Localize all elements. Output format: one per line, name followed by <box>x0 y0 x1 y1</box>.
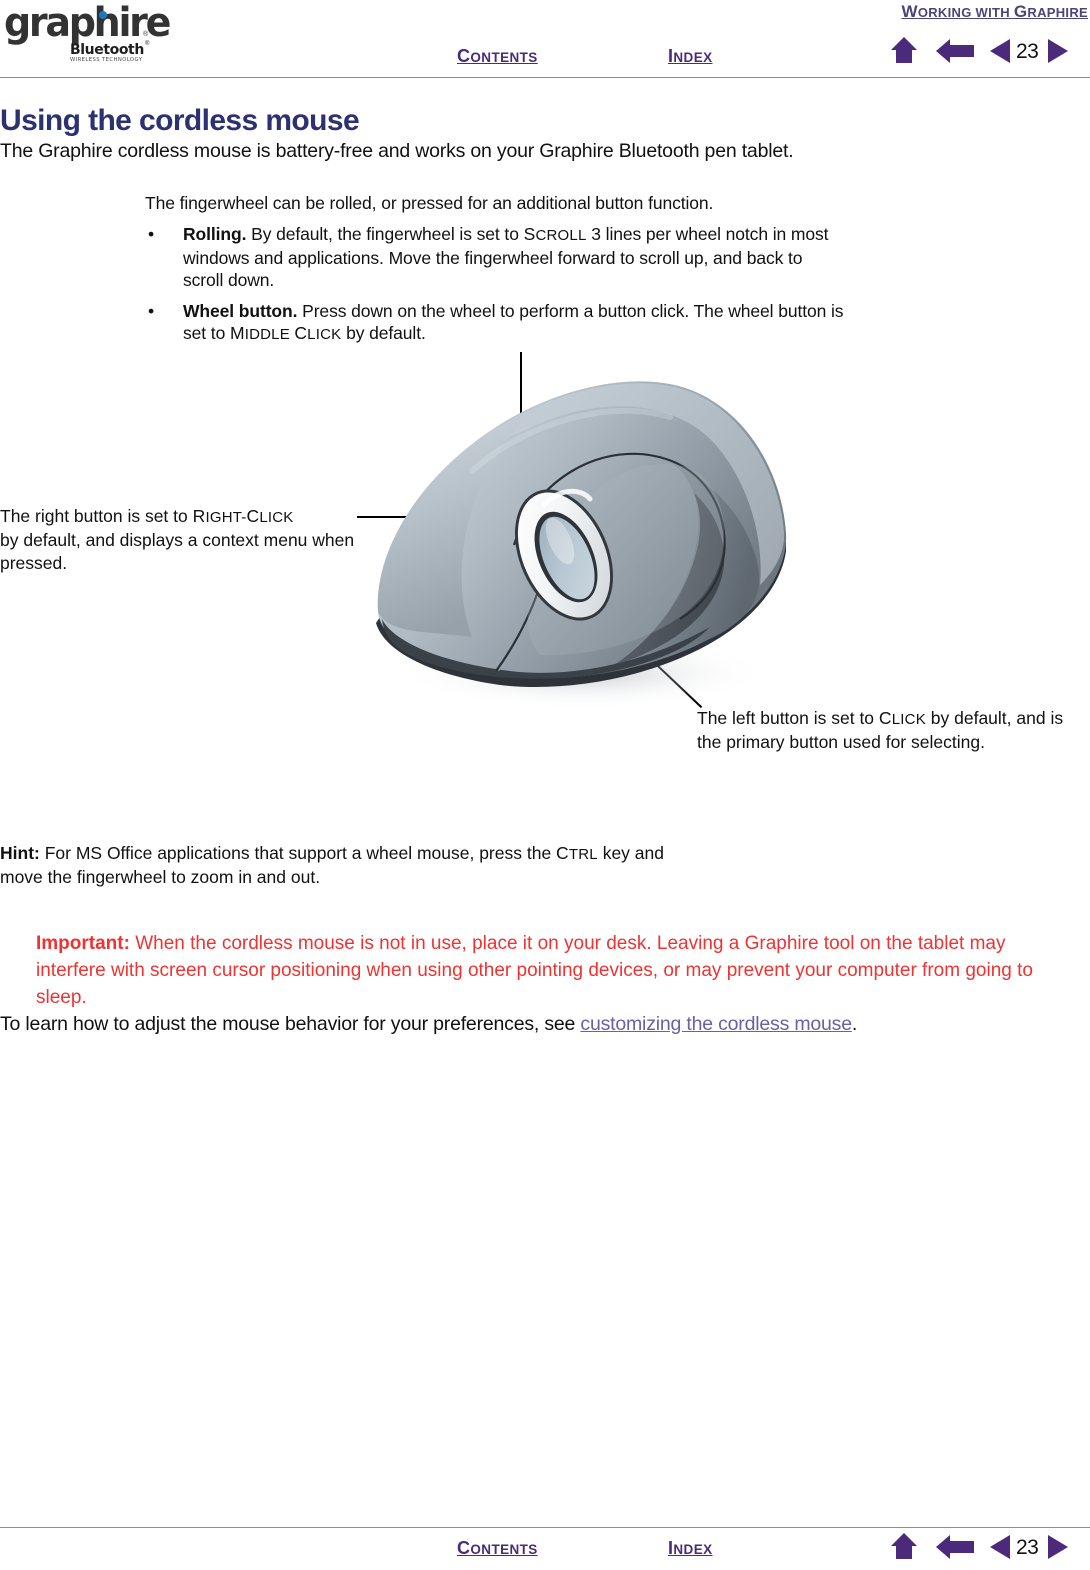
intro-paragraph: The Graphire cordless mouse is battery-f… <box>0 140 794 162</box>
callout-right-button: The right button is set to RIGHT-CLICK b… <box>0 505 360 575</box>
contents-initial: C <box>457 1538 471 1558</box>
click-rest: LICK <box>307 326 342 343</box>
list-item-rolling: • Rolling. By default, the fingerwheel i… <box>145 223 845 291</box>
important-text: When the cordless mouse is not in use, p… <box>36 933 1033 1008</box>
index-rest: NDEX <box>673 50 713 65</box>
next-page-icon[interactable] <box>1048 1534 1068 1560</box>
cordless-mouse-illustration <box>376 381 787 709</box>
logo-bluetooth-registered-mark: ® <box>145 41 150 47</box>
footer-nav-icons: 23 <box>890 1530 1090 1566</box>
header-page-number: 23 <box>1016 40 1039 63</box>
right-rest: IGHT <box>205 509 242 526</box>
ctrl-initial: C <box>556 843 569 863</box>
click-smallcaps: CLICK <box>878 708 926 728</box>
bullet-glyph: • <box>148 224 155 244</box>
bullet-glyph: • <box>148 301 155 321</box>
click-initial: C <box>246 506 260 526</box>
footer-contents-link[interactable]: CONTENTS <box>457 1538 538 1559</box>
back-arrow-icon[interactable] <box>936 1534 974 1560</box>
wheel-button-text-after: by default. <box>341 323 426 343</box>
graphire-bluetooth-logo: graphire ® Bluetooth ® WIRELESS TECHNOLO… <box>4 3 171 66</box>
logo-tagline: WIRELESS TECHNOLOGY <box>70 57 143 63</box>
logo-blue-dot <box>99 11 107 19</box>
previous-page-icon[interactable] <box>990 38 1010 64</box>
logo-registered-mark: ® <box>143 31 149 38</box>
right-click-smallcaps: RIGHT-CLICK <box>192 506 294 526</box>
ctrl-smallcaps: CTRL <box>556 843 598 863</box>
breadcrumb[interactable]: WORKING WITH GRAPHIRE <box>901 2 1088 22</box>
closing-text-before: To learn how to adjust the mouse behavio… <box>0 1013 581 1035</box>
index-rest: NDEX <box>673 1542 713 1557</box>
closing-text-after: . <box>851 1013 858 1035</box>
right-button-text-before: The right button is set to <box>0 506 193 526</box>
list-item-wheel-button: • Wheel button. Press down on the wheel … <box>145 300 845 346</box>
hint-note: Hint: For MS Office applications that su… <box>0 842 680 889</box>
header-index-link[interactable]: INDEX <box>668 46 713 67</box>
middle-click-smallcaps: MIDDLE CLICK <box>229 323 342 343</box>
footer-index-link[interactable]: INDEX <box>668 1538 713 1559</box>
page-footer: CONTENTS INDEX 23 <box>0 1490 1090 1570</box>
click-initial: C <box>878 708 892 728</box>
scroll-initial: S <box>523 224 536 244</box>
breadcrumb-middle: ORKING WITH <box>917 5 1014 20</box>
page-header: graphire ® Bluetooth ® WIRELESS TECHNOLO… <box>0 0 1090 80</box>
fingerwheel-bullet-list: • Rolling. By default, the fingerwheel i… <box>145 223 845 346</box>
important-note: Important: When the cordless mouse is no… <box>36 930 1056 1011</box>
footer-page-number: 23 <box>1016 1536 1039 1559</box>
ctrl-rest: TRL <box>568 846 598 863</box>
wheel-button-term: Wheel button. <box>183 301 298 321</box>
rolling-text-before: By default, the fingerwheel is set to <box>246 224 524 244</box>
click-initial: C <box>294 323 308 343</box>
header-nav-icons: 23 <box>890 34 1090 70</box>
footer-divider <box>0 1527 1090 1528</box>
scroll-rest: CROLL <box>535 227 587 244</box>
click-rest: LICK <box>259 509 294 526</box>
callout-left-button: The left button is set to CLICK by defau… <box>697 707 1087 754</box>
hint-label: Hint: <box>0 843 40 863</box>
breadcrumb-initial: W <box>901 2 918 21</box>
click-rest: LICK <box>891 711 926 728</box>
rolling-term: Rolling. <box>183 224 247 244</box>
back-arrow-icon[interactable] <box>936 38 974 64</box>
home-icon[interactable] <box>890 1532 918 1560</box>
previous-page-icon[interactable] <box>990 1534 1010 1560</box>
logo-bluetooth-text: Bluetooth <box>70 42 144 58</box>
contents-rest: ONTENTS <box>470 50 538 65</box>
middle-rest: IDDLE <box>244 326 290 343</box>
page-title: Using the cordless mouse <box>0 104 360 137</box>
breadcrumb-tail: RAPHIRE <box>1027 5 1088 20</box>
right-button-text-after: by default, and displays a context menu … <box>0 530 355 573</box>
header-contents-link[interactable]: CONTENTS <box>457 46 538 67</box>
home-icon[interactable] <box>890 36 918 64</box>
header-divider <box>0 77 1090 78</box>
important-label: Important: <box>36 933 130 954</box>
fingerwheel-section: The fingerwheel can be rolled, or presse… <box>145 192 845 355</box>
middle-initial: M <box>229 323 245 343</box>
left-button-text-before: The left button is set to <box>697 708 879 728</box>
scroll-smallcaps: SCROLL <box>523 224 587 244</box>
hint-text-before: For MS Office applications that support … <box>39 843 557 863</box>
contents-initial: C <box>457 46 471 66</box>
fingerwheel-lead: The fingerwheel can be rolled, or presse… <box>145 193 714 213</box>
next-page-icon[interactable] <box>1048 38 1068 64</box>
contents-rest: ONTENTS <box>470 1542 538 1557</box>
closing-paragraph: To learn how to adjust the mouse behavio… <box>0 1013 857 1036</box>
right-initial: R <box>192 506 206 526</box>
customizing-cordless-mouse-link[interactable]: customizing the cordless mouse <box>580 1013 852 1035</box>
breadcrumb-initial-2: G <box>1013 2 1028 21</box>
